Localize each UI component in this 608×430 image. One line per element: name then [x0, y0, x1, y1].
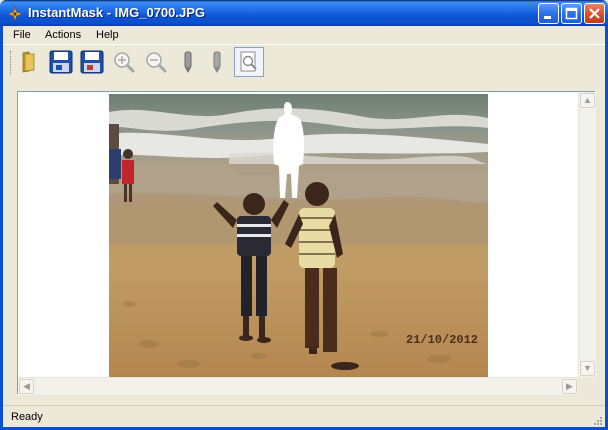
vertical-scrollbar[interactable]: ▲ ▼ — [578, 92, 596, 377]
toolbar — [3, 44, 605, 81]
close-button[interactable] — [584, 3, 605, 24]
title-bar[interactable]: InstantMask - IMG_0700.JPG — [0, 0, 608, 26]
scroll-down-button[interactable]: ▼ — [580, 361, 595, 376]
chevron-up-icon: ▲ — [583, 95, 592, 105]
open-button[interactable] — [15, 49, 41, 75]
menu-actions[interactable]: Actions — [45, 29, 81, 41]
app-icon — [7, 6, 23, 22]
zoom-in-icon — [114, 52, 136, 74]
foreground-marker-icon — [184, 51, 192, 73]
save-as-button[interactable] — [79, 49, 105, 75]
beach-photo[interactable]: 21/10/2012 — [109, 94, 488, 378]
save-icon — [49, 50, 73, 74]
scroll-up-button[interactable]: ▲ — [580, 93, 595, 108]
scroll-left-button[interactable]: ◀ — [19, 379, 34, 394]
status-bar: Ready — [3, 405, 605, 428]
maximize-icon — [565, 7, 578, 20]
open-folder-icon — [22, 51, 35, 73]
scrollbar-corner — [578, 377, 595, 394]
background-marker-icon — [213, 51, 221, 73]
resize-grip-icon[interactable] — [591, 414, 603, 426]
window-title: InstantMask - IMG_0700.JPG — [28, 5, 206, 20]
minimize-icon — [544, 16, 551, 19]
toolbar-grip[interactable] — [10, 51, 13, 75]
chevron-left-icon: ◀ — [23, 381, 30, 391]
zoom-out-icon — [146, 52, 168, 74]
scroll-right-button[interactable]: ▶ — [562, 379, 577, 394]
zoom-out-button[interactable] — [143, 49, 169, 75]
zoom-in-button[interactable] — [111, 49, 137, 75]
foreground-marker-button[interactable] — [175, 49, 201, 75]
menu-help[interactable]: Help — [96, 29, 119, 41]
chevron-right-icon: ▶ — [566, 381, 573, 391]
horizontal-scrollbar[interactable]: ◀ ▶ — [18, 377, 578, 395]
photo-image: 21/10/2012 — [109, 94, 488, 378]
minimize-button[interactable] — [538, 3, 559, 24]
status-text: Ready — [11, 411, 43, 423]
window-frame-left — [0, 26, 3, 430]
menu-bar: File Actions Help — [3, 26, 605, 44]
save-button[interactable] — [48, 49, 74, 75]
save-as-icon — [80, 50, 104, 74]
photo-date-stamp: 21/10/2012 — [406, 333, 478, 347]
menu-file[interactable]: File — [13, 29, 31, 41]
preview-mask-button[interactable] — [234, 47, 264, 77]
background-marker-button[interactable] — [204, 49, 230, 75]
preview-mask-icon — [240, 51, 257, 72]
image-canvas[interactable]: 21/10/2012 ▲ ▼ ◀ ▶ — [17, 91, 596, 395]
maximize-button[interactable] — [561, 3, 582, 24]
close-icon — [589, 8, 600, 19]
chevron-down-icon: ▼ — [583, 363, 592, 373]
